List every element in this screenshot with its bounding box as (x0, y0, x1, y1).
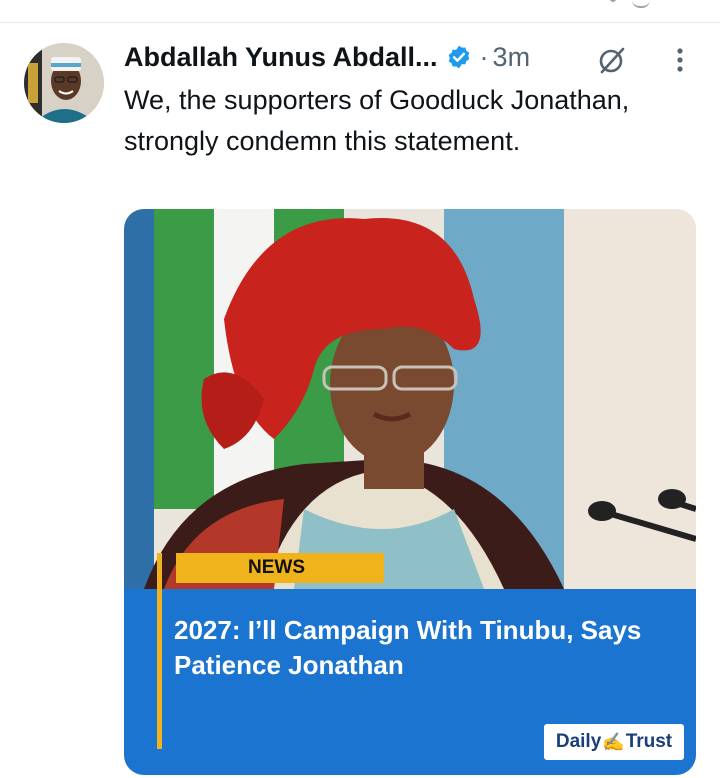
link-card[interactable]: NEWS 2027: I’ll Campaign With Tinubu, Sa… (124, 209, 696, 775)
header-separator: · (479, 41, 489, 72)
avatar-image (24, 43, 104, 123)
card-photo (124, 209, 696, 589)
verified-badge-icon (448, 45, 469, 69)
avatar[interactable] (24, 43, 104, 123)
tweet-header: Abdallah Yunus Abdall... · 3m (124, 38, 530, 76)
brand-left: Daily (555, 731, 602, 752)
brand-mark-icon: ✍ (602, 731, 625, 752)
previous-tweet-action-icon[interactable] (632, 0, 650, 8)
accent-bar (157, 553, 162, 749)
author-name[interactable]: Abdallah Yunus Abdall... (124, 42, 438, 73)
card-headline: 2027: I’ll Campaign With Tinubu, Says Pa… (174, 615, 642, 680)
grok-icon[interactable] (596, 44, 628, 76)
news-tag: NEWS (176, 553, 384, 583)
previous-tweet-action-icon-2[interactable] (610, 0, 616, 2)
more-options-icon[interactable] (670, 46, 690, 74)
tweet-text: We, the supporters of Goodluck Jonathan,… (124, 85, 630, 156)
top-divider (0, 22, 720, 23)
brand-right: Trust (625, 731, 673, 752)
daily-trust-logo: Daily ✍ Trust (544, 724, 684, 760)
timestamp[interactable]: 3m (493, 42, 531, 73)
